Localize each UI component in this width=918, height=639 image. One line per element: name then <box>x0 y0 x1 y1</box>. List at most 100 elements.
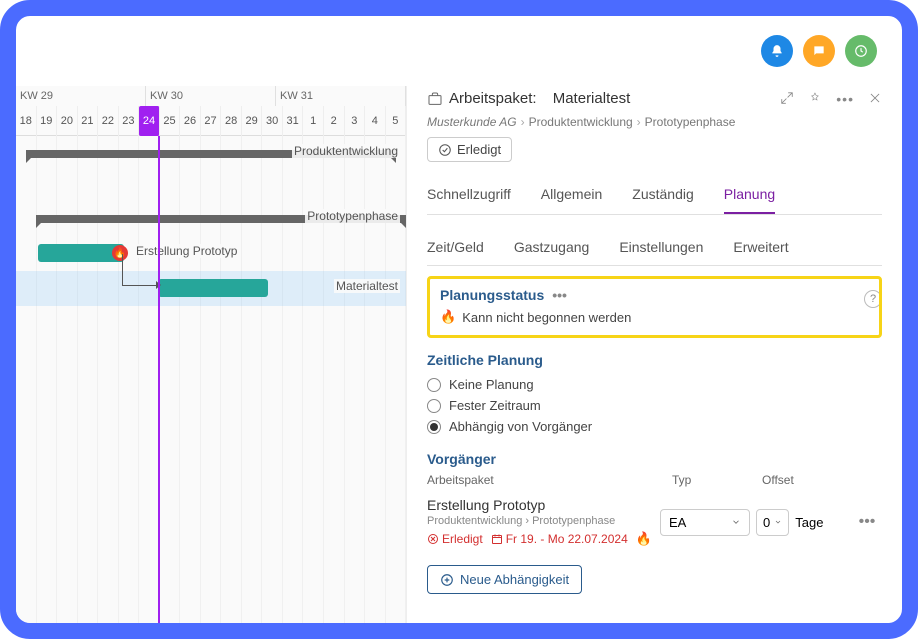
tab-planung[interactable]: Planung <box>724 176 775 214</box>
breadcrumb[interactable]: Musterkunde AG›Produktentwicklung›Protot… <box>427 115 882 129</box>
day-cell[interactable]: 26 <box>180 106 201 136</box>
day-cell[interactable]: 4 <box>365 106 386 136</box>
close-icon <box>868 91 882 105</box>
mark-done-button[interactable]: Erledigt <box>427 137 512 162</box>
fire-icon: 🔥 <box>636 531 652 547</box>
day-cell[interactable]: 19 <box>37 106 58 136</box>
section-title-time: Zeitliche Planung <box>427 352 882 368</box>
detail-panel: Arbeitspaket: Materialtest ••• Musterkun… <box>406 86 902 623</box>
x-circle-icon <box>427 533 439 545</box>
radio-icon <box>427 378 441 392</box>
predecessor-row: Erstellung Prototyp Produktentwicklung›P… <box>427 491 882 553</box>
messages-button[interactable] <box>803 35 835 67</box>
pred-path: Produktentwicklung›Prototypenphase <box>427 515 654 527</box>
col-typ: Typ <box>672 473 762 487</box>
tab-allgemein[interactable]: Allgemein <box>541 176 602 214</box>
day-cell[interactable]: 22 <box>98 106 119 136</box>
section-title-status: Planungsstatus <box>440 287 544 303</box>
gantt-row-label: Produktentwicklung <box>292 144 400 158</box>
col-offset: Offset <box>762 473 852 487</box>
app-frame: KW 29KW 30KW 31 181920212223242526272829… <box>0 0 918 639</box>
tabs-secondary: Zeit/Geld Gastzugang Einstellungen Erweiter… <box>427 229 882 266</box>
dependency-arrow <box>122 254 156 286</box>
task-bar[interactable] <box>158 279 268 297</box>
day-cell[interactable]: 27 <box>201 106 222 136</box>
row-more-button[interactable]: ••• <box>852 513 882 531</box>
pred-date: Fr 19. - Mo 22.07.2024 <box>491 532 628 546</box>
add-dependency-button[interactable]: Neue Abhängigkeit <box>427 565 582 594</box>
day-cell[interactable]: 30 <box>262 106 283 136</box>
radio-option[interactable]: Abhängig von Vorgänger <box>427 416 882 437</box>
tabs-primary: Schnellzugriff Allgemein Zuständig Planung <box>427 176 882 215</box>
pred-status: Erledigt <box>427 532 483 546</box>
status-menu-button[interactable]: ••• <box>552 287 567 303</box>
day-cell[interactable]: 18 <box>16 106 37 136</box>
gantt-row-label: Prototypenphase <box>305 209 400 223</box>
time-planning-radios: Keine Planung Fester Zeitraum Abhängig von… <box>427 374 882 437</box>
gantt-row-erstellung-prototyp[interactable]: 🔥 Erstellung Prototyp <box>16 236 406 271</box>
clock-icon <box>854 44 868 58</box>
workpackage-icon <box>427 91 443 107</box>
day-cell[interactable]: 29 <box>242 106 263 136</box>
pred-name[interactable]: Erstellung Prototyp <box>427 497 654 513</box>
close-button[interactable] <box>868 91 882 107</box>
tab-zeit-geld[interactable]: Zeit/Geld <box>427 229 484 265</box>
day-cell[interactable]: 23 <box>119 106 140 136</box>
chat-icon <box>812 44 826 58</box>
calendar-icon <box>491 533 503 545</box>
tab-erweitert[interactable]: Erweitert <box>733 229 788 265</box>
section-title-pred: Vorgänger <box>427 451 882 467</box>
week-cell: KW 31 <box>276 86 406 106</box>
gantt-row-prototypenphase[interactable]: Prototypenphase <box>16 201 406 236</box>
day-cell[interactable]: 3 <box>345 106 366 136</box>
expand-icon <box>780 91 794 105</box>
tab-zuständig[interactable]: Zuständig <box>632 176 693 214</box>
today-line <box>158 136 160 623</box>
offset-unit: Tage <box>795 515 823 530</box>
day-cell[interactable]: 2 <box>324 106 345 136</box>
day-cell[interactable]: 20 <box>57 106 78 136</box>
gantt-body: Produktentwicklung Prototypenphase 🔥 Ers… <box>16 136 406 623</box>
tab-schnellzugriff[interactable]: Schnellzugriff <box>427 176 511 214</box>
gantt-row-produktentwicklung[interactable]: Produktentwicklung <box>16 136 406 171</box>
more-button[interactable]: ••• <box>836 91 854 107</box>
radio-label: Abhängig von Vorgänger <box>449 419 592 434</box>
gantt-header: KW 29KW 30KW 31 181920212223242526272829… <box>16 86 406 136</box>
pin-button[interactable] <box>808 91 822 107</box>
radio-icon <box>427 420 441 434</box>
radio-label: Fester Zeitraum <box>449 398 541 413</box>
gantt-chart[interactable]: KW 29KW 30KW 31 181920212223242526272829… <box>16 86 406 623</box>
time-button[interactable] <box>845 35 877 67</box>
radio-icon <box>427 399 441 413</box>
expand-button[interactable] <box>780 91 794 107</box>
tab-gastzugang[interactable]: Gastzugang <box>514 229 590 265</box>
gantt-row-label: Materialtest <box>334 279 400 293</box>
bell-icon <box>770 44 784 58</box>
day-cell[interactable]: 21 <box>78 106 99 136</box>
typ-select[interactable]: EA <box>660 509 750 536</box>
tab-einstellungen[interactable]: Einstellungen <box>619 229 703 265</box>
panel-title: Arbeitspaket: Materialtest <box>427 90 772 107</box>
day-cell[interactable]: 31 <box>283 106 304 136</box>
status-highlight-box: Planungsstatus ••• 🔥 Kann nicht begonnen… <box>427 276 882 338</box>
notifications-button[interactable] <box>761 35 793 67</box>
day-cell[interactable]: 5 <box>386 106 406 136</box>
day-cell[interactable]: 28 <box>221 106 242 136</box>
day-cell[interactable]: 1 <box>303 106 324 136</box>
fire-icon: 🔥 <box>440 309 456 325</box>
pin-icon <box>808 91 822 105</box>
status-text: Kann nicht begonnen werden <box>462 310 631 325</box>
day-cell[interactable]: 24 <box>139 106 160 136</box>
radio-label: Keine Planung <box>449 377 534 392</box>
week-cell: KW 30 <box>146 86 276 106</box>
topbar <box>16 16 902 86</box>
plus-circle-icon <box>440 573 454 587</box>
check-circle-icon <box>438 143 452 157</box>
offset-input[interactable]: 0 <box>756 509 789 536</box>
radio-option[interactable]: Fester Zeitraum <box>427 395 882 416</box>
week-cell: KW 29 <box>16 86 146 106</box>
col-wp: Arbeitspaket <box>427 473 672 487</box>
radio-option[interactable]: Keine Planung <box>427 374 882 395</box>
gantt-row-materialtest[interactable]: Materialtest <box>16 271 406 306</box>
day-cell[interactable]: 25 <box>160 106 181 136</box>
